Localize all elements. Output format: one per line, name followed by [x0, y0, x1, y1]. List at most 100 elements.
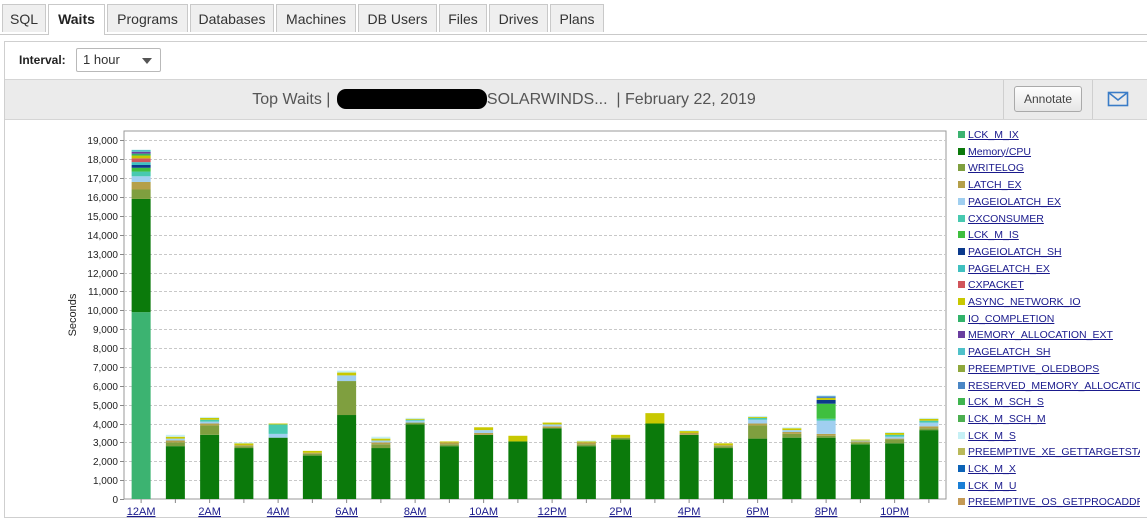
x-tick-label[interactable]: 12AM — [127, 506, 156, 518]
legend-label[interactable]: LCK_M_S — [968, 429, 1016, 443]
bar-segment — [131, 153, 151, 156]
bar-segment — [268, 424, 288, 434]
legend-item[interactable]: PAGEIOLATCH_SH — [958, 245, 1140, 259]
legend-label[interactable]: PAGELATCH_SH — [968, 345, 1050, 359]
bar-segment — [131, 312, 151, 499]
tab-db-users[interactable]: DB Users — [358, 4, 437, 32]
bar-segment — [816, 399, 836, 404]
x-tick-label[interactable]: 8PM — [815, 506, 838, 518]
legend-item[interactable]: LCK_M_U — [958, 479, 1140, 493]
tab-programs[interactable]: Programs — [107, 4, 188, 32]
tab-machines[interactable]: Machines — [276, 4, 356, 32]
tab-drives[interactable]: Drives — [489, 4, 548, 32]
legend-item[interactable]: CXPACKET — [958, 278, 1140, 292]
legend-item[interactable]: PREEMPTIVE_OLEDBOPS — [958, 362, 1140, 376]
y-tick-label: 5,000 — [93, 401, 118, 412]
annotate-button[interactable]: Annotate — [1014, 86, 1082, 112]
tab-files[interactable]: Files — [439, 4, 487, 32]
legend-label[interactable]: PREEMPTIVE_XE_GETTARGETSTAT — [968, 445, 1140, 459]
legend-item[interactable]: LCK_M_S — [958, 429, 1140, 443]
legend-item[interactable]: LCK_M_IS — [958, 228, 1140, 242]
legend-label[interactable]: LCK_M_SCH_S — [968, 395, 1044, 409]
legend-item[interactable]: PREEMPTIVE_XE_GETTARGETSTAT — [958, 445, 1140, 459]
legend-item[interactable]: RESERVED_MEMORY_ALLOCATIO — [958, 379, 1140, 393]
legend-label[interactable]: PAGEIOLATCH_SH — [968, 245, 1062, 259]
legend-item[interactable]: LCK_M_SCH_S — [958, 395, 1140, 409]
x-tick-label[interactable]: 4PM — [678, 506, 701, 518]
legend-label[interactable]: PREEMPTIVE_OS_GETPROCADDRE — [968, 495, 1140, 509]
legend-label[interactable]: IO_COMPLETION — [968, 312, 1054, 326]
legend-label[interactable]: MEMORY_ALLOCATION_EXT — [968, 328, 1113, 342]
tab-sql[interactable]: SQL — [2, 4, 46, 32]
legend-item[interactable]: CXCONSUMER — [958, 212, 1140, 226]
x-tick-label[interactable]: 6AM — [335, 506, 358, 518]
legend-label[interactable]: PAGELATCH_EX — [968, 262, 1050, 276]
legend-item[interactable]: MEMORY_ALLOCATION_EXT — [958, 328, 1140, 342]
legend-item[interactable]: LCK_M_IX — [958, 128, 1140, 142]
bar-segment — [679, 432, 699, 435]
tab-bar: SQL Waits Programs Databases Machines DB… — [0, 0, 1147, 35]
legend-item[interactable]: Memory/CPU — [958, 145, 1140, 159]
interval-select[interactable]: 1 hour — [76, 48, 161, 72]
y-tick-label: 0 — [112, 495, 118, 506]
legend-label[interactable]: CXPACKET — [968, 278, 1024, 292]
envelope-icon[interactable] — [1107, 90, 1129, 108]
bar-segment — [919, 422, 939, 427]
legend-item[interactable]: LATCH_EX — [958, 178, 1140, 192]
legend-swatch — [958, 498, 965, 506]
bar-segment — [885, 438, 905, 440]
legend-label[interactable]: CXCONSUMER — [968, 212, 1044, 226]
legend-label[interactable]: LCK_M_X — [968, 462, 1016, 476]
legend-label[interactable]: Memory/CPU — [968, 145, 1031, 159]
bar-segment — [748, 416, 768, 418]
bar-segment — [850, 440, 870, 442]
legend-item[interactable]: ASYNC_NETWORK_IO — [958, 295, 1140, 309]
legend-label[interactable]: LCK_M_U — [968, 479, 1016, 493]
bar-segment — [542, 426, 562, 429]
x-tick-label[interactable]: 10AM — [469, 506, 498, 518]
legend-item[interactable]: PREEMPTIVE_OS_GETPROCADDRE — [958, 495, 1140, 509]
bar-segment — [165, 440, 185, 443]
x-tick-label[interactable]: 12PM — [538, 506, 567, 518]
bar-segment — [165, 442, 185, 447]
bar-segment — [576, 442, 596, 445]
tab-plans[interactable]: Plans — [550, 4, 604, 32]
bar-segment — [850, 439, 870, 441]
legend-item[interactable]: IO_COMPLETION — [958, 312, 1140, 326]
legend-item[interactable]: PAGELATCH_EX — [958, 262, 1140, 276]
y-tick-label: 17,000 — [87, 174, 118, 185]
bar-segment — [234, 448, 254, 499]
bar-segment — [474, 427, 494, 431]
x-tick-label[interactable]: 6PM — [746, 506, 769, 518]
legend-label[interactable]: ASYNC_NETWORK_IO — [968, 295, 1081, 309]
legend-label[interactable]: LCK_M_IS — [968, 228, 1019, 242]
legend-item[interactable]: PAGEIOLATCH_EX — [958, 195, 1140, 209]
legend-swatch — [958, 281, 965, 289]
legend-label[interactable]: WRITELOG — [968, 161, 1024, 175]
legend-label[interactable]: LATCH_EX — [968, 178, 1022, 192]
bar-segment — [405, 417, 425, 419]
legend-swatch — [958, 398, 965, 406]
y-tick-label: 1,000 — [93, 476, 118, 487]
bar-segment — [919, 418, 939, 421]
y-tick-label: 18,000 — [87, 155, 118, 166]
x-tick-label[interactable]: 4AM — [267, 506, 290, 518]
x-tick-label[interactable]: 2PM — [609, 506, 632, 518]
x-tick-label[interactable]: 2AM — [198, 506, 221, 518]
legend-item[interactable]: WRITELOG — [958, 161, 1140, 175]
legend-label[interactable]: RESERVED_MEMORY_ALLOCATIO — [968, 379, 1140, 393]
legend-item[interactable]: LCK_M_SCH_M — [958, 412, 1140, 426]
tab-waits[interactable]: Waits — [48, 4, 105, 35]
legend-item[interactable]: LCK_M_X — [958, 462, 1140, 476]
legend-item[interactable]: PAGELATCH_SH — [958, 345, 1140, 359]
legend-label[interactable]: LCK_M_SCH_M — [968, 412, 1046, 426]
legend-label[interactable]: LCK_M_IX — [968, 128, 1019, 142]
legend-swatch — [958, 264, 965, 272]
bar-segment — [748, 417, 768, 420]
tab-databases[interactable]: Databases — [190, 4, 274, 32]
x-tick-label[interactable]: 8AM — [404, 506, 427, 518]
bar-segment — [405, 419, 425, 421]
legend-label[interactable]: PREEMPTIVE_OLEDBOPS — [968, 362, 1099, 376]
x-tick-label[interactable]: 10PM — [880, 506, 909, 518]
legend-label[interactable]: PAGEIOLATCH_EX — [968, 195, 1061, 209]
